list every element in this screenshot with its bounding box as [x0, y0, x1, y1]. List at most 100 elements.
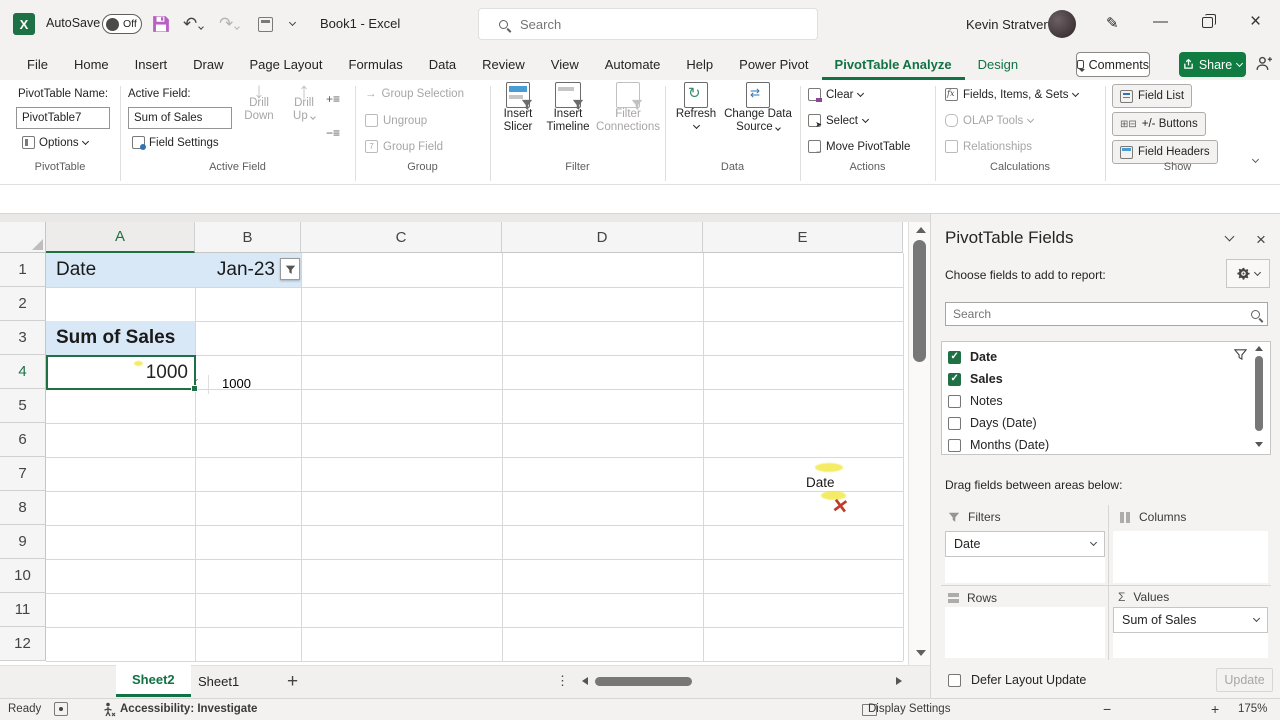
list-scroll-down-icon[interactable]	[1255, 442, 1263, 447]
active-field-input[interactable]	[128, 107, 232, 129]
sheet-bar-options-icon[interactable]: ⋮	[556, 673, 569, 689]
scroll-down-icon[interactable]	[916, 650, 926, 656]
row-header-3[interactable]: 3	[0, 321, 46, 355]
row-header-12[interactable]: 12	[0, 627, 46, 661]
hscroll-left-icon[interactable]	[582, 677, 588, 685]
row-header-9[interactable]: 9	[0, 525, 46, 559]
row-header-1[interactable]: 1	[0, 253, 46, 287]
fields-search-input[interactable]	[953, 307, 1251, 321]
field-row-sales[interactable]: Sales	[948, 368, 1003, 390]
pane-close-icon[interactable]: ×	[1256, 230, 1266, 250]
hscroll-right-icon[interactable]	[896, 677, 902, 685]
field-filter-icon[interactable]	[1234, 348, 1247, 361]
save-icon[interactable]	[152, 15, 170, 33]
list-scroll-thumb[interactable]	[1255, 356, 1263, 431]
row-header-2[interactable]: 2	[0, 287, 46, 321]
zoom-level[interactable]: 175%	[1238, 703, 1267, 715]
tab-file[interactable]: File	[14, 48, 61, 80]
minimize-button[interactable]: —	[1153, 13, 1168, 30]
comments-button[interactable]: Comments	[1076, 52, 1150, 77]
tab-design[interactable]: Design	[965, 48, 1031, 80]
tab-help[interactable]: Help	[673, 48, 726, 80]
tab-pivottable-analyze[interactable]: PivotTable Analyze	[821, 48, 965, 80]
tab-review[interactable]: Review	[469, 48, 538, 80]
column-header-e[interactable]: E	[703, 222, 903, 253]
values-field-sum-of-sales[interactable]: Sum of Sales	[1113, 607, 1268, 633]
vertical-scrollbar[interactable]	[908, 222, 930, 665]
columns-area[interactable]	[1113, 531, 1268, 583]
column-header-d[interactable]: D	[502, 222, 703, 253]
field-list-toggle[interactable]: Field List	[1112, 84, 1193, 108]
checkbox-days[interactable]	[948, 416, 961, 430]
redo-icon[interactable]: ↷	[219, 14, 241, 34]
move-pivottable-button[interactable]: → Move PivotTable	[808, 140, 910, 155]
fields-search-box[interactable]	[945, 302, 1268, 326]
horizontal-scroll-thumb[interactable]	[595, 677, 692, 686]
tab-draw[interactable]: Draw	[180, 48, 236, 80]
search-input[interactable]	[520, 16, 770, 32]
pivot-filter-button[interactable]	[280, 258, 300, 280]
row-header-4[interactable]: 4	[0, 355, 46, 389]
checkbox-notes[interactable]	[948, 394, 961, 408]
tab-formulas[interactable]: Formulas	[336, 48, 416, 80]
tab-insert[interactable]: Insert	[122, 48, 181, 80]
list-scroll-up-icon[interactable]	[1255, 346, 1263, 351]
collapse-field-icon[interactable]: −≡	[326, 126, 340, 140]
cell-a1[interactable]: Date	[56, 253, 96, 287]
restore-button[interactable]	[1202, 14, 1216, 28]
pivottable-name-input[interactable]	[16, 107, 110, 129]
expand-field-icon[interactable]: +≡	[326, 92, 340, 106]
fields-items-sets-button[interactable]: fx Fields, Items, & Sets	[945, 88, 1080, 101]
field-row-months[interactable]: Months (Date)	[948, 434, 1049, 456]
tab-view[interactable]: View	[538, 48, 592, 80]
tab-page-layout[interactable]: Page Layout	[237, 48, 336, 80]
autosave-toggle[interactable]: Off	[102, 14, 142, 34]
field-settings-button[interactable]: Field Settings	[132, 136, 219, 150]
tab-home[interactable]: Home	[61, 48, 122, 80]
field-row-days[interactable]: Days (Date)	[948, 412, 1037, 434]
display-settings-label[interactable]: Display Settings	[868, 703, 950, 715]
share-button[interactable]: Share	[1179, 52, 1246, 77]
zoom-out-button[interactable]: −	[1103, 701, 1111, 717]
undo-icon[interactable]: ↶	[183, 14, 205, 34]
sheet-tab-sheet2[interactable]: Sheet2	[116, 665, 191, 697]
macro-record-icon[interactable]	[54, 702, 68, 716]
tab-power-pivot[interactable]: Power Pivot	[726, 48, 821, 80]
share-person-icon[interactable]	[1255, 55, 1272, 72]
field-row-notes[interactable]: Notes	[948, 390, 1003, 412]
sheet-tab-sheet1[interactable]: Sheet1	[182, 665, 255, 697]
row-header-7[interactable]: 7	[0, 457, 46, 491]
change-data-source-button[interactable]: ⇄ Change Data Source	[721, 82, 795, 134]
refresh-button[interactable]: ↻ Refresh	[673, 82, 719, 130]
fill-handle[interactable]	[191, 385, 198, 392]
select-button[interactable]: ➤ Select	[808, 114, 870, 129]
plus-minus-buttons-toggle[interactable]: ⊞⊟ +/- Buttons	[1112, 112, 1206, 136]
scroll-up-icon[interactable]	[916, 227, 926, 233]
column-header-b[interactable]: B	[195, 222, 301, 253]
cell-b1[interactable]: Jan-23	[195, 253, 275, 287]
row-header-11[interactable]: 11	[0, 593, 46, 627]
checkbox-months[interactable]	[948, 438, 961, 452]
collapse-ribbon-icon[interactable]	[1251, 155, 1260, 164]
field-list-scrollbar[interactable]	[1252, 344, 1266, 451]
row-header-10[interactable]: 10	[0, 559, 46, 593]
row-header-8[interactable]: 8	[0, 491, 46, 525]
qat-customize-icon[interactable]	[288, 18, 297, 27]
accessibility-status[interactable]: Accessibility: Investigate	[120, 703, 257, 715]
rows-area[interactable]	[945, 607, 1105, 658]
search-bar[interactable]	[478, 8, 818, 40]
close-button[interactable]: ×	[1250, 11, 1261, 33]
row-header-5[interactable]: 5	[0, 389, 46, 423]
tab-automate[interactable]: Automate	[592, 48, 674, 80]
checkbox-date[interactable]	[948, 350, 961, 364]
pen-mode-icon[interactable]: ✎	[1106, 14, 1119, 32]
column-header-a[interactable]: A	[46, 222, 195, 253]
filters-field-date[interactable]: Date	[945, 531, 1105, 557]
row-header-6[interactable]: 6	[0, 423, 46, 457]
new-sheet-button[interactable]: +	[287, 671, 298, 693]
column-header-c[interactable]: C	[301, 222, 502, 253]
checkbox-sales[interactable]	[948, 372, 961, 386]
fields-pane-tools-button[interactable]	[1226, 259, 1270, 288]
field-row-date[interactable]: Date	[948, 346, 997, 368]
insert-slicer-button[interactable]: Insert Slicer	[496, 82, 540, 134]
